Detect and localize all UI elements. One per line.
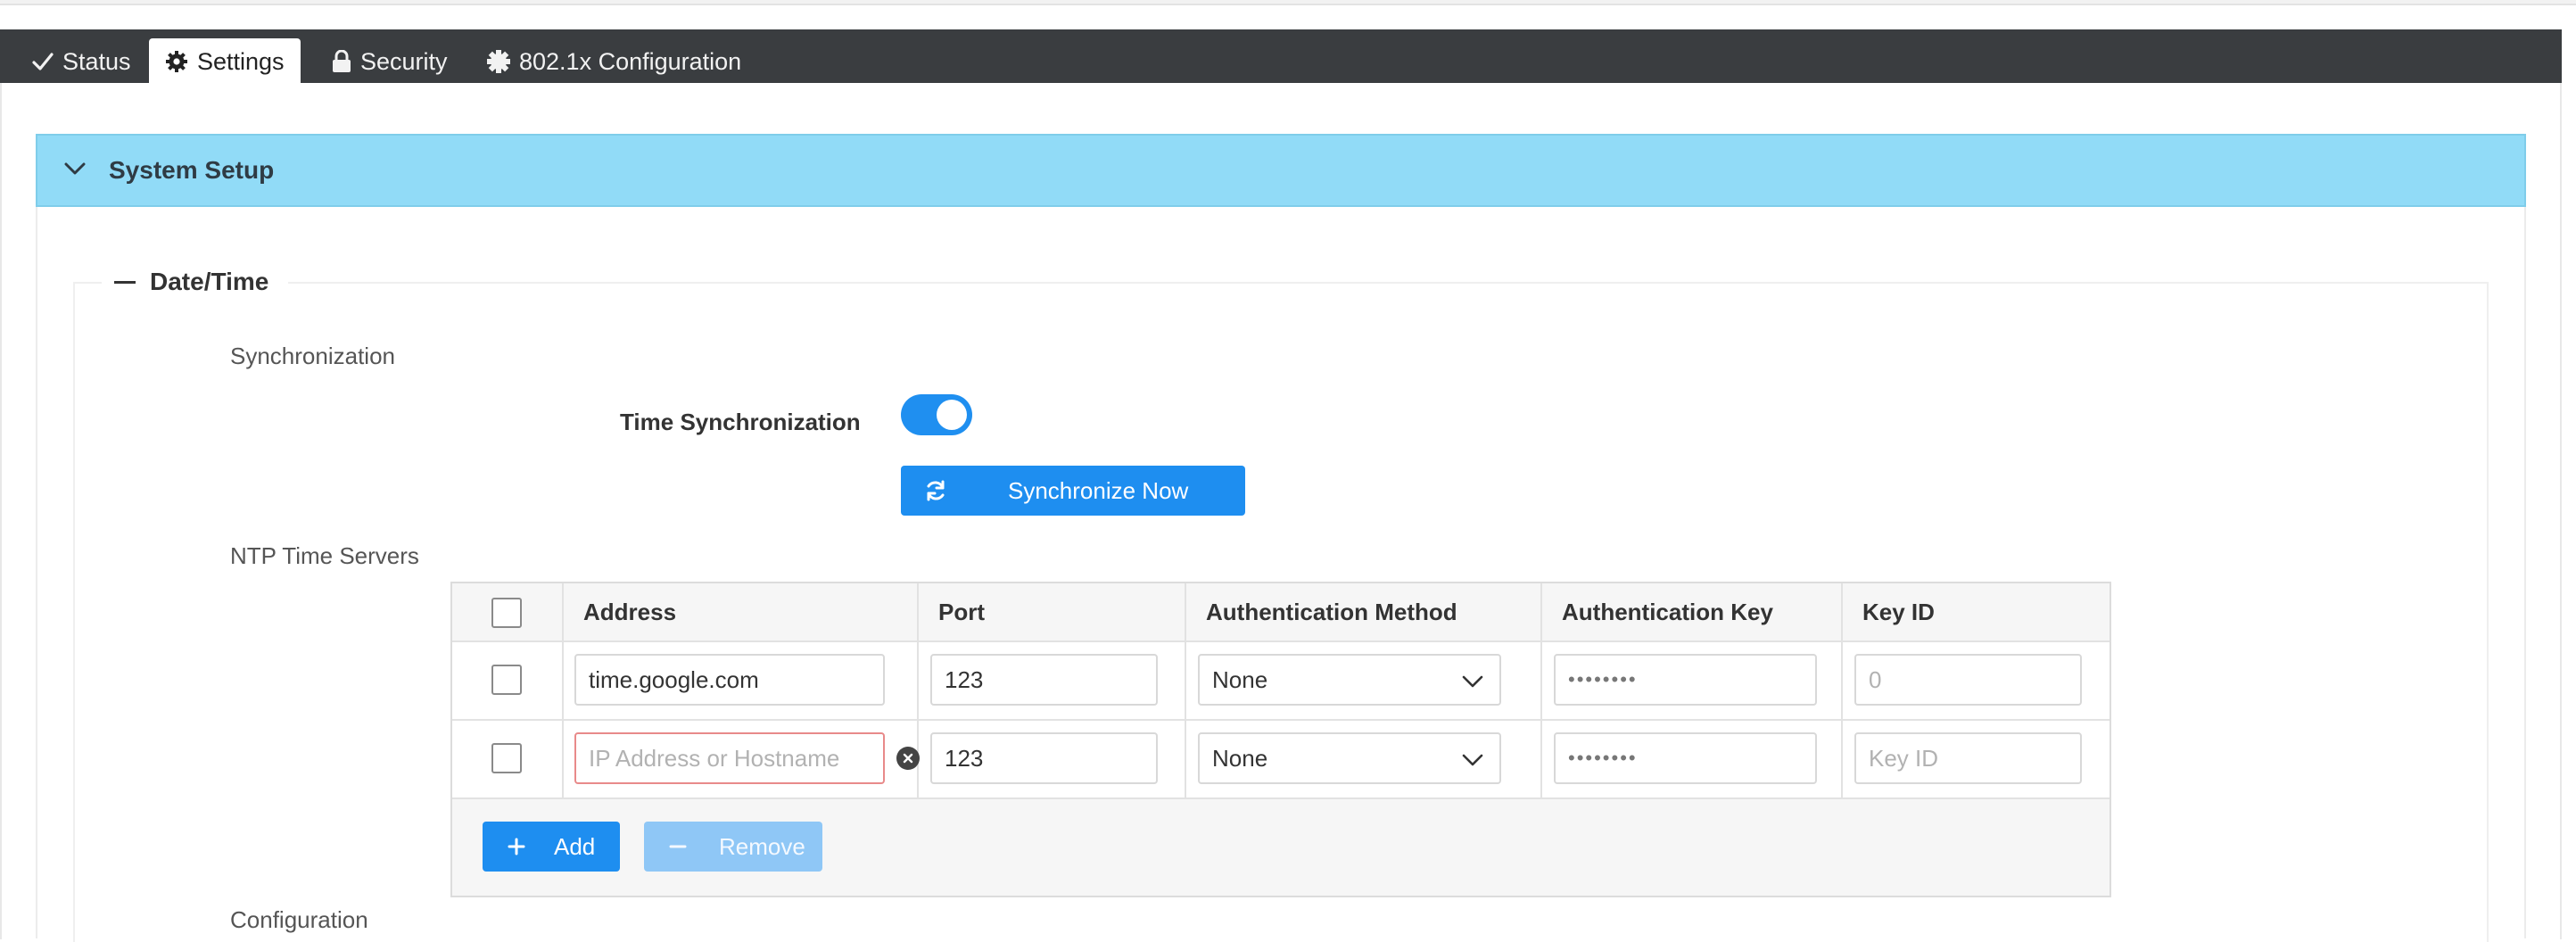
select-all-checkbox[interactable] <box>491 598 522 628</box>
tab-label: Status <box>62 47 131 75</box>
ntp-servers-heading: NTP Time Servers <box>230 542 419 569</box>
tab-security[interactable]: Security <box>316 38 464 85</box>
column-header-port: Port <box>938 598 985 625</box>
badge-icon <box>487 50 510 73</box>
tab-settings[interactable]: Settings <box>149 38 301 85</box>
panel-title: System Setup <box>109 156 275 184</box>
top-strip <box>0 0 2576 5</box>
synchronize-now-label: Synchronize Now <box>1008 476 1189 504</box>
auth-key-input[interactable]: •••••••• <box>1554 732 1817 784</box>
chevron-down-icon <box>1462 745 1483 773</box>
column-divider <box>562 583 564 797</box>
chevron-down-icon <box>1462 666 1483 694</box>
column-header-auth-key: Authentication Key <box>1562 598 1773 625</box>
check-icon <box>32 52 54 71</box>
tab-label: 802.1x Configuration <box>519 47 742 75</box>
add-label: Add <box>554 832 596 860</box>
time-sync-label: Time Synchronization <box>620 409 861 435</box>
refresh-icon <box>924 479 947 502</box>
clear-icon[interactable] <box>896 747 920 770</box>
address-input[interactable]: IP Address or Hostname <box>574 732 885 784</box>
column-header-key-id: Key ID <box>1862 598 1935 625</box>
column-divider <box>917 583 919 797</box>
gear-icon <box>165 50 188 73</box>
remove-button[interactable]: Remove <box>644 822 822 872</box>
time-sync-toggle[interactable] <box>901 394 972 435</box>
column-header-auth-method: Authentication Method <box>1206 598 1457 625</box>
synchronization-heading: Synchronization <box>230 343 395 369</box>
legend-label: Date/Time <box>150 268 269 295</box>
tab-status[interactable]: Status <box>16 38 147 85</box>
add-button[interactable]: Add <box>483 822 620 872</box>
row-checkbox[interactable] <box>491 665 522 695</box>
port-input[interactable]: 123 <box>930 732 1158 784</box>
column-header-address: Address <box>583 598 677 625</box>
auth-key-input[interactable]: •••••••• <box>1554 654 1817 706</box>
column-divider <box>1185 583 1186 797</box>
auth-method-value: None <box>1212 744 1268 772</box>
configuration-heading: Configuration <box>230 906 368 933</box>
key-id-input[interactable]: Key ID <box>1854 732 2082 784</box>
synchronize-now-button[interactable]: Synchronize Now <box>901 466 1245 516</box>
port-input[interactable]: 123 <box>930 654 1158 706</box>
datetime-legend[interactable]: Date/Time <box>102 264 289 300</box>
remove-label: Remove <box>719 832 805 860</box>
tab-8021x-configuration[interactable]: 802.1x Configuration <box>471 38 757 85</box>
auth-method-select[interactable]: None <box>1198 654 1501 706</box>
system-setup-header[interactable]: System Setup <box>36 134 2526 207</box>
auth-method-value: None <box>1212 665 1268 693</box>
row-checkbox[interactable] <box>491 743 522 773</box>
tab-label: Settings <box>197 47 285 75</box>
plus-icon <box>508 838 525 855</box>
column-divider <box>1841 583 1843 797</box>
address-input[interactable]: time.google.com <box>574 654 885 706</box>
tab-label: Security <box>360 47 448 75</box>
toggle-knob <box>937 400 967 430</box>
minus-icon <box>669 838 687 855</box>
table-divider <box>452 797 2110 799</box>
key-id-input[interactable]: 0 <box>1854 654 2082 706</box>
collapse-icon <box>114 280 136 284</box>
lock-icon <box>332 50 351 73</box>
chevron-down-icon <box>64 161 86 180</box>
column-divider <box>1540 583 1542 797</box>
auth-method-select[interactable]: None <box>1198 732 1501 784</box>
